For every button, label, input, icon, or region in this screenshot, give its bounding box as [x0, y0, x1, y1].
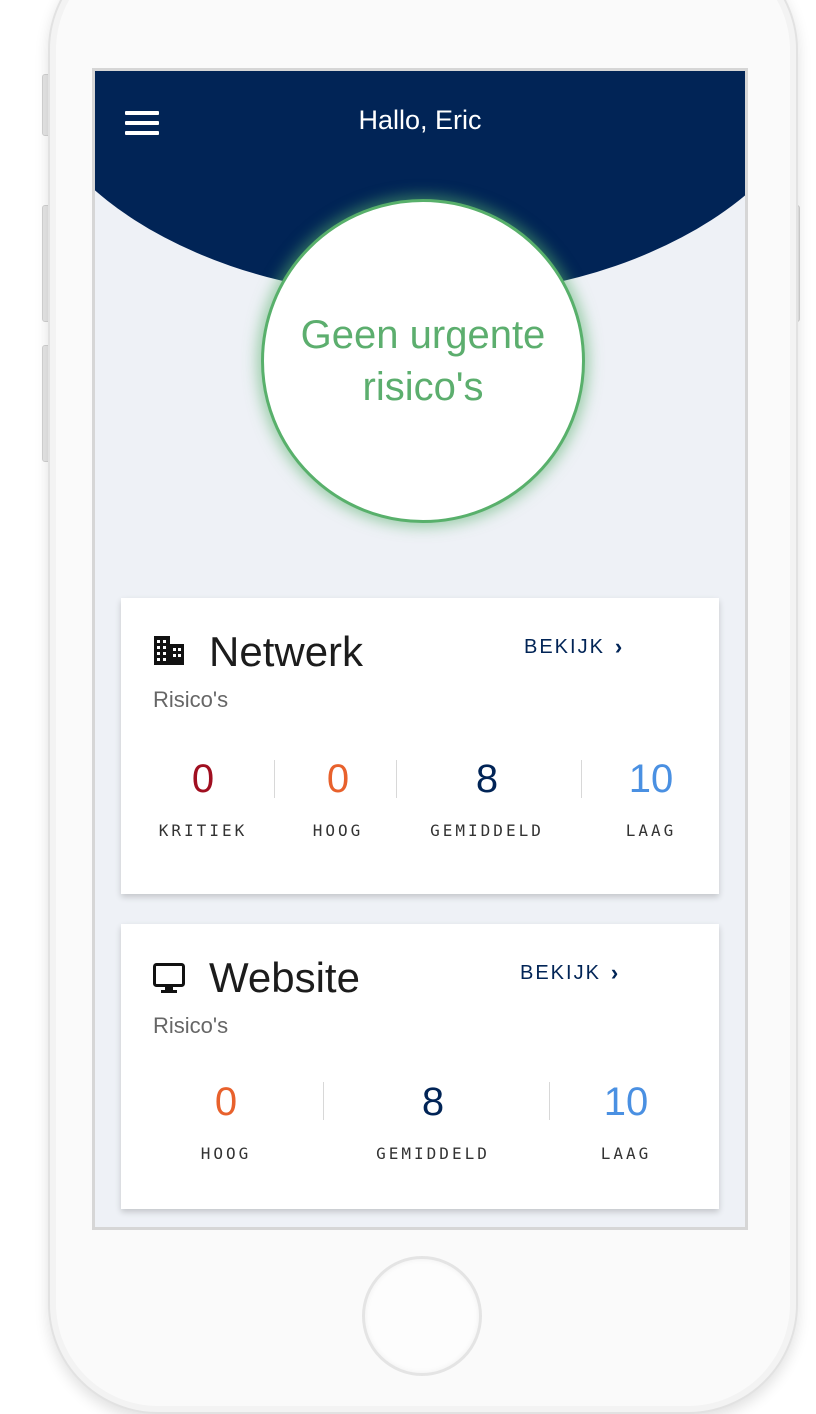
stat-divider: [396, 760, 397, 798]
stat-laag: 10 LAAG: [601, 755, 701, 840]
greeting-title: Hallo, Eric: [358, 105, 482, 135]
app-header: Hallo, Eric: [95, 71, 745, 181]
website-card: Website Risico's BEKIJK › 0 HOOG 8 GEMID…: [121, 924, 719, 1209]
stat-hoog: 0 HOOG: [288, 755, 388, 840]
home-button[interactable]: [362, 1256, 482, 1376]
network-card: Netwerk Risico's BEKIJK › 0 KRITIEK 0 HO…: [121, 598, 719, 894]
risk-status-text: Geen urgente risico's: [300, 313, 546, 409]
stat-kritiek: 0 KRITIEK: [143, 755, 263, 840]
stat-label: LAAG: [625, 821, 677, 840]
stat-label: HOOG: [200, 1144, 252, 1163]
stat-label: KRITIEK: [158, 821, 248, 840]
stat-value: 8: [421, 1080, 445, 1124]
stat-divider: [581, 760, 582, 798]
website-card-title: Website: [209, 954, 360, 1001]
stat-value: 10: [603, 1080, 649, 1124]
stat-label: GEMIDDELD: [376, 1144, 490, 1163]
network-card-subtitle: Risico's: [153, 687, 229, 712]
stat-laag: 10 LAAG: [571, 1078, 681, 1163]
website-card-subtitle: Risico's: [153, 1013, 229, 1038]
stat-gemiddeld: 8 GEMIDDELD: [407, 755, 567, 840]
building-icon: [154, 636, 184, 665]
network-card-title: Netwerk: [209, 628, 364, 675]
website-view-button[interactable]: BEKIJK ›: [520, 960, 620, 986]
risk-status-circle: Geen urgente risico's: [261, 199, 585, 523]
stat-divider: [323, 1082, 324, 1120]
network-view-button[interactable]: BEKIJK ›: [524, 634, 624, 660]
website-view-label: BEKIJK: [520, 961, 601, 984]
stat-label: LAAG: [600, 1144, 652, 1163]
stat-hoog: 0 HOOG: [171, 1078, 281, 1163]
chevron-right-icon: ›: [614, 634, 625, 659]
stat-value: 10: [628, 757, 674, 801]
stat-value: 0: [214, 1080, 238, 1124]
stat-label: HOOG: [312, 821, 364, 840]
stat-gemiddeld: 8 GEMIDDELD: [353, 1078, 513, 1163]
stat-value: 0: [191, 757, 215, 801]
stat-value: 0: [326, 757, 350, 801]
stat-divider: [274, 760, 275, 798]
stat-divider: [549, 1082, 550, 1120]
chevron-right-icon: ›: [610, 960, 621, 985]
stat-value: 8: [475, 757, 499, 801]
app-screen: Hallo, Eric Geen urgente risico's Netwer…: [92, 68, 748, 1230]
network-view-label: BEKIJK: [524, 635, 605, 658]
stat-label: GEMIDDELD: [430, 821, 544, 840]
monitor-icon: [153, 963, 185, 993]
